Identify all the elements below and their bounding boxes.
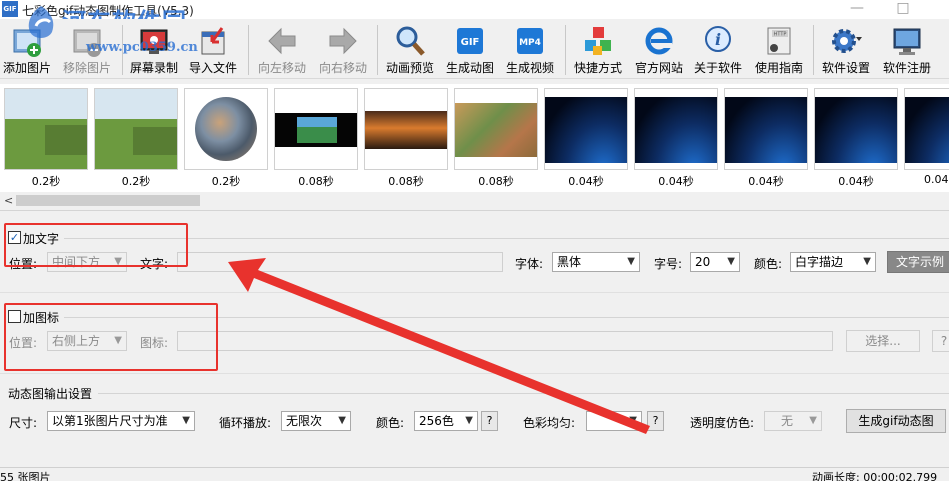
generate-video-button[interactable]: MP4 生成视频 xyxy=(503,22,557,78)
cubes-icon xyxy=(585,27,611,55)
annotation-arrow-icon xyxy=(228,258,650,434)
frame-duration: 0.08秒 xyxy=(478,175,514,188)
frame-duration: 0.04 xyxy=(924,173,949,186)
guide-icon: HTTP xyxy=(767,27,791,55)
image-count: 55 张图片 xyxy=(0,471,51,481)
title-bar: GIF 七彩色gif动态图制作工具(V5.3) 河东软件园 — □ xyxy=(0,0,949,36)
dither-label: 透明度仿色: xyxy=(690,416,755,430)
app-window: GIF 七彩色gif动态图制作工具(V5.3) 河东软件园 — □ www.pc… xyxy=(0,0,949,481)
text-color-label: 颜色: xyxy=(754,257,783,271)
arrow-left-icon xyxy=(268,27,296,55)
move-right-button[interactable]: 向右移动 xyxy=(316,22,370,78)
frame-duration: 0.08秒 xyxy=(298,175,334,188)
frame-image xyxy=(364,88,448,170)
svg-text:GIF: GIF xyxy=(461,37,480,48)
frame-thumbnail[interactable]: 0.04秒 xyxy=(634,88,718,188)
svg-text:i: i xyxy=(715,30,721,49)
frame-duration: 0.2秒 xyxy=(121,175,151,188)
toolbar-separator xyxy=(377,25,378,75)
frame-thumbnail[interactable]: 0.2秒 xyxy=(94,88,178,188)
frame-duration: 0.04秒 xyxy=(838,175,874,188)
frame-thumbnail[interactable]: 0.2秒 xyxy=(4,88,88,188)
output-settings-title: 动态图输出设置 xyxy=(8,387,93,401)
app-logo-icon: GIF xyxy=(2,1,18,17)
register-button[interactable]: 软件注册 xyxy=(880,22,934,78)
frame-image xyxy=(544,88,628,170)
annotation-box-text xyxy=(4,223,188,267)
preview-button[interactable]: 动画预览 xyxy=(382,22,438,78)
maximize-button[interactable]: □ xyxy=(888,0,918,19)
frame-duration: 0.2秒 xyxy=(31,175,61,188)
output-size-label: 尺寸: xyxy=(9,416,38,430)
mp4-icon: MP4 xyxy=(517,28,543,54)
frame-duration: 0.2秒 xyxy=(211,175,241,188)
status-bar: 55 张图片 动画长度: 00:00:02.799 xyxy=(0,467,949,481)
frame-thumbnail[interactable]: 0.04 xyxy=(904,88,949,188)
frame-image xyxy=(94,88,178,170)
shortcut-button[interactable]: 快捷方式 xyxy=(570,22,626,78)
frame-duration: 0.04秒 xyxy=(658,175,694,188)
gif-icon: GIF xyxy=(457,28,483,54)
frame-image xyxy=(454,88,538,170)
monitor-icon xyxy=(893,28,921,55)
chevron-down-icon: ▼ xyxy=(182,415,190,426)
frame-image xyxy=(814,88,898,170)
font-size-select[interactable]: 20 ▼ xyxy=(690,252,740,272)
watermark-logo-icon xyxy=(28,6,54,38)
svg-text:HTTP: HTTP xyxy=(774,32,787,38)
toolbar-separator xyxy=(565,25,566,75)
frame-image xyxy=(904,88,949,170)
frame-duration: 0.04秒 xyxy=(748,175,784,188)
generate-gif-button[interactable]: GIF 生成动图 xyxy=(443,22,497,78)
thumbnail-scrollbar[interactable]: < xyxy=(0,192,949,209)
frame-thumbnail[interactable]: 0.08秒 xyxy=(454,88,538,188)
frame-thumbnail[interactable]: 0.08秒 xyxy=(364,88,448,188)
arrow-right-icon xyxy=(329,27,357,55)
dither-select[interactable]: 无 ▼ xyxy=(764,411,822,431)
about-button[interactable]: i 关于软件 xyxy=(692,22,744,78)
minimize-button[interactable]: — xyxy=(842,0,872,19)
generate-gif-submit-button[interactable]: 生成gif动态图 xyxy=(846,409,946,433)
choose-icon-button[interactable]: 选择... xyxy=(846,330,920,352)
frame-image xyxy=(634,88,718,170)
frame-image xyxy=(184,88,268,170)
frame-thumbnail[interactable]: 0.04秒 xyxy=(814,88,898,188)
frame-duration: 0.08秒 xyxy=(388,175,424,188)
frame-thumbnail[interactable]: 0.04秒 xyxy=(724,88,808,188)
frame-image xyxy=(4,88,88,170)
settings-button[interactable]: 软件设置 xyxy=(818,22,874,78)
scroll-left-icon[interactable]: < xyxy=(4,194,13,207)
output-size-select[interactable]: 以第1张图片尺寸为准 ▼ xyxy=(47,411,195,431)
animation-duration: 动画长度: 00:00:02.799 xyxy=(812,471,938,481)
chevron-down-icon: ▼ xyxy=(809,415,817,426)
move-left-button[interactable]: 向左移动 xyxy=(254,22,310,78)
scrollbar-thumb[interactable] xyxy=(16,195,200,206)
user-guide-button[interactable]: HTTP 使用指南 xyxy=(752,22,806,78)
gear-icon xyxy=(832,29,862,53)
icon-help-button[interactable]: ? xyxy=(932,330,949,352)
frame-image xyxy=(274,88,358,170)
chevron-down-icon: ▼ xyxy=(727,256,735,267)
info-icon: i xyxy=(705,26,731,52)
annotation-box-icon xyxy=(4,303,218,371)
frame-thumbnail[interactable]: 0.2秒 xyxy=(184,88,268,188)
chevron-down-icon: ▼ xyxy=(863,256,871,267)
toolbar-separator xyxy=(813,25,814,75)
frame-thumbnail-strip[interactable]: 0.2秒 0.2秒 0.2秒 0.08秒 0.08秒 0.08秒 0.04秒 0… xyxy=(0,84,949,192)
text-example-button[interactable]: 文字示例 xyxy=(887,251,949,273)
frame-duration: 0.04秒 xyxy=(568,175,604,188)
frame-thumbnail[interactable]: 0.04秒 xyxy=(544,88,628,188)
watermark-url: www.pc0359.cn xyxy=(86,40,198,55)
frame-thumbnail[interactable]: 0.08秒 xyxy=(274,88,358,188)
toolbar-separator xyxy=(248,25,249,75)
frame-image xyxy=(724,88,808,170)
svg-text:MP4: MP4 xyxy=(519,38,541,48)
text-color-select[interactable]: 白字描边 ▼ xyxy=(790,252,876,272)
official-website-button[interactable]: 官方网站 xyxy=(632,22,686,78)
divider xyxy=(64,238,949,239)
magnifier-icon xyxy=(396,26,425,56)
import-file-icon xyxy=(201,27,225,55)
ie-icon xyxy=(645,27,673,55)
divider xyxy=(0,210,949,211)
